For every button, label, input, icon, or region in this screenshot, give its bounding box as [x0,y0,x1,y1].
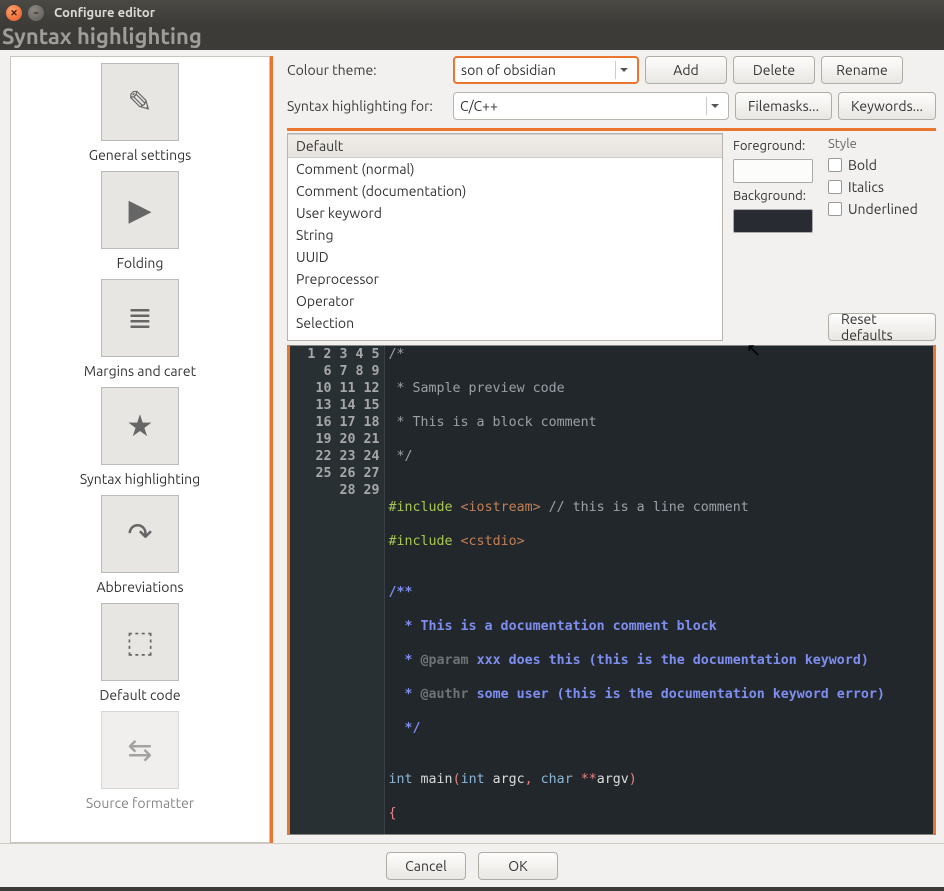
chevron-down-icon [706,97,722,115]
sidebar-item-abbrev[interactable]: ↷ Abbreviations [11,489,269,597]
list-item[interactable]: Default [288,134,722,158]
list-item[interactable]: Selection [288,312,722,334]
reset-defaults-button[interactable]: Reset defaults [828,313,936,341]
document-icon: ✎ [101,63,179,141]
style-group-title: Style [828,137,938,151]
checkbox-icon [828,202,842,216]
list-item[interactable]: Operator [288,290,722,312]
stamp-icon: ⬚ [101,603,179,681]
rename-button[interactable]: Rename [821,56,903,84]
delete-button[interactable]: Delete [733,56,815,84]
sidebar-item-source-formatter[interactable]: ⇆ Source formatter [11,705,269,813]
underlined-checkbox[interactable]: Underlined [828,201,938,217]
italics-checkbox[interactable]: Italics [828,179,938,195]
checkbox-icon [828,158,842,172]
fold-icon: ▶ [101,171,179,249]
minimize-icon[interactable]: – [28,5,44,21]
format-icon: ⇆ [101,711,179,789]
page-title: Syntax highlighting [2,24,202,49]
list-item[interactable]: UUID [288,246,722,268]
add-button[interactable]: Add [645,56,727,84]
sidebar-item-folding[interactable]: ▶ Folding [11,165,269,273]
filemasks-button[interactable]: Filemasks... [735,92,832,120]
sidebar-item-margins[interactable]: ≣ Margins and caret [11,273,269,381]
sidebar-item-default-code[interactable]: ⬚ Default code [11,597,269,705]
ok-button[interactable]: OK [478,852,558,880]
arrow-icon: ↷ [101,495,179,573]
code-preview: 1 2 3 4 5 6 7 8 9 10 11 12 13 14 15 16 1… [287,345,936,835]
colour-theme-combo[interactable]: son of obsidian [453,56,639,84]
margins-icon: ≣ [101,279,179,357]
keywords-button[interactable]: Keywords... [838,92,936,120]
list-item[interactable]: Comment (documentation) [288,180,722,202]
background-swatch[interactable] [733,209,813,233]
list-item[interactable]: String [288,224,722,246]
sidebar-item-syntax[interactable]: ★ Syntax highlighting [11,381,269,489]
chevron-down-icon [615,61,631,79]
close-icon[interactable]: ✕ [6,5,22,21]
checkbox-icon [828,180,842,194]
foreground-label: Foreground: [733,139,818,153]
titlebar: ✕ – Configure editor [0,0,944,26]
colour-theme-label: Colour theme: [287,62,447,78]
highlight-icon: ★ [101,387,179,465]
list-item[interactable]: Comment (normal) [288,158,722,180]
bold-checkbox[interactable]: Bold [828,157,938,173]
syntax-for-label: Syntax highlighting for: [287,98,447,114]
syntax-for-combo[interactable]: C/C++ [453,92,729,120]
sidebar-item-general[interactable]: ✎ General settings [11,57,269,165]
category-sidebar: ✎ General settings ▶ Folding ≣ Margins a… [10,56,270,843]
code-area: /* * Sample preview code * This is a blo… [385,346,933,834]
cancel-button[interactable]: Cancel [386,852,466,880]
line-gutter: 1 2 3 4 5 6 7 8 9 10 11 12 13 14 15 16 1… [290,346,385,834]
background-label: Background: [733,189,818,203]
element-list[interactable]: Default Comment (normal) Comment (docume… [287,133,723,341]
window-title: Configure editor [54,6,155,20]
foreground-swatch[interactable] [733,159,813,183]
list-item[interactable]: Preprocessor [288,268,722,290]
dialog-footer: Cancel OK [0,843,944,887]
list-item[interactable]: User keyword [288,202,722,224]
